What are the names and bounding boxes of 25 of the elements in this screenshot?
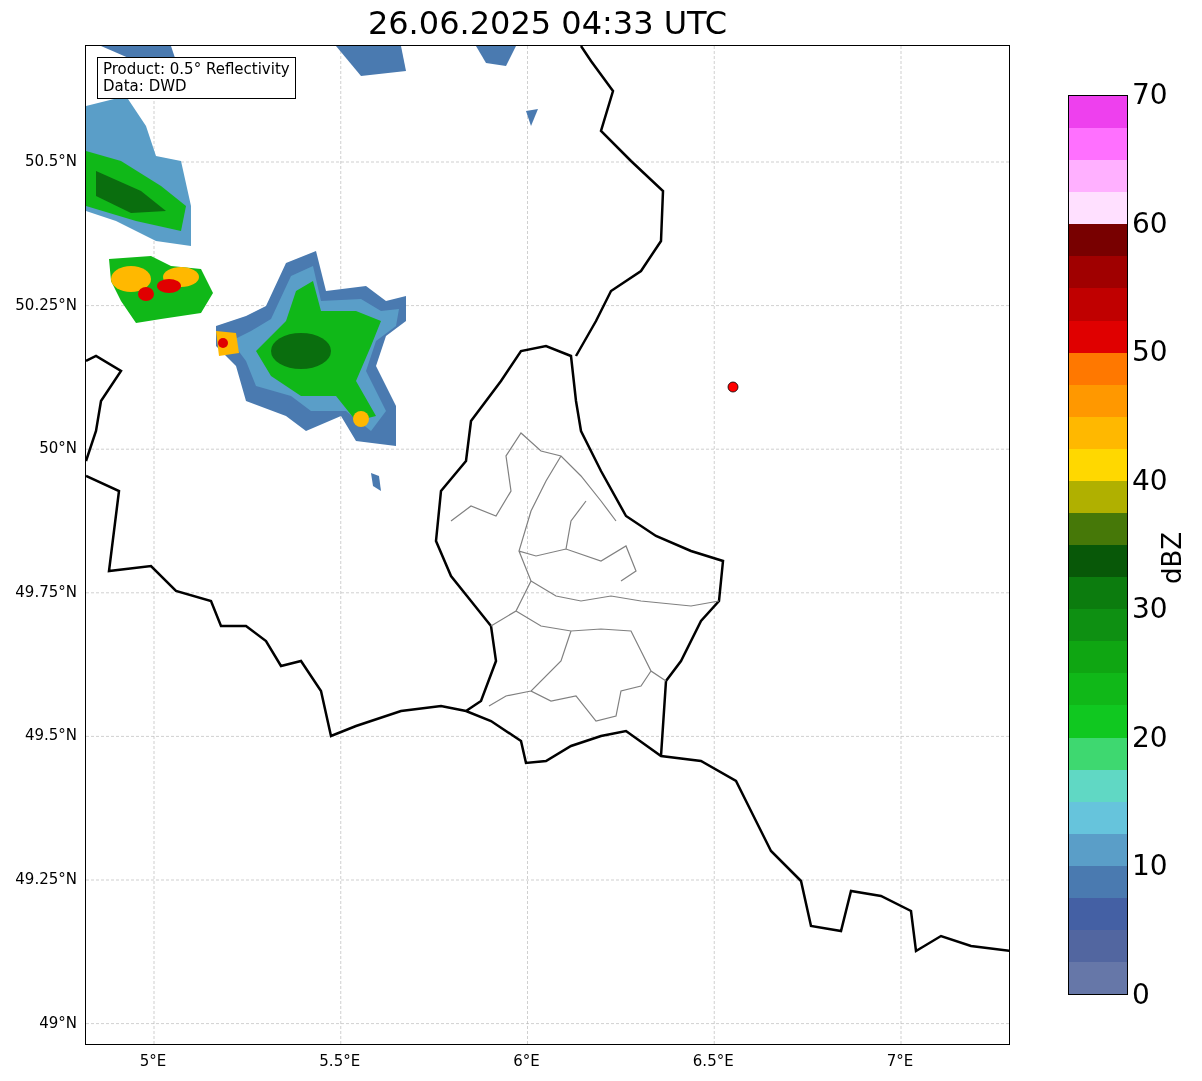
latitude-label: 50.25°N: [15, 297, 77, 313]
latitude-label: 49.75°N: [15, 584, 77, 600]
longitude-label: 7°E: [886, 1054, 914, 1069]
latitude-label: 49°N: [39, 1015, 77, 1031]
latitude-label: 50.5°N: [24, 153, 77, 169]
scale-tick-label: 60: [1132, 209, 1168, 238]
scale-unit-label: dBZ: [1158, 531, 1185, 585]
longitude-label: 5°E: [139, 1054, 167, 1069]
latitude-label: 50°N: [39, 440, 77, 456]
station-marker: [727, 381, 739, 393]
scale-tick-label: 50: [1132, 338, 1168, 367]
scale-tick-label: 30: [1132, 595, 1168, 624]
scale-tick-label: 0: [1132, 981, 1150, 1009]
longitude-label: 6°E: [513, 1054, 540, 1069]
info-text: Data: DWD: [103, 78, 188, 95]
latitude-label: 49.25°N: [15, 871, 77, 887]
scale-tick-label: 70: [1132, 81, 1168, 109]
longitude-label: 5.5°E: [319, 1054, 361, 1069]
latitude-label: 49.5°N: [24, 727, 77, 743]
longitude-label: 6.5°E: [692, 1054, 734, 1069]
chart-title: 26.06.2025 04:33 UTC: [367, 6, 728, 39]
scale-tick-label: 20: [1132, 723, 1168, 752]
scale-tick-label: 40: [1132, 466, 1168, 495]
scale-tick-label: 10: [1132, 852, 1168, 881]
info-text: Product: 0.5° Reflectivity: [103, 61, 290, 78]
